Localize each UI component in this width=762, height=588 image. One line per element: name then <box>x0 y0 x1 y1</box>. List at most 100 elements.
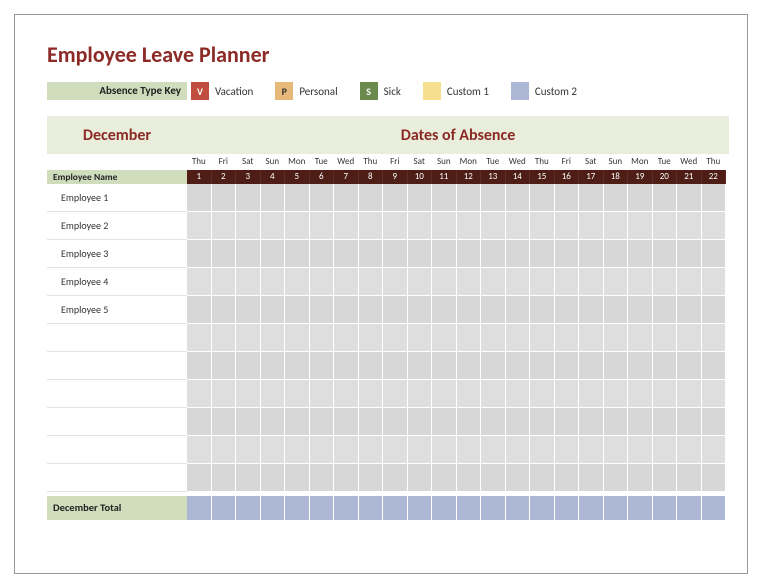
leave-cell[interactable] <box>261 464 286 492</box>
leave-cell[interactable] <box>702 352 727 380</box>
leave-cell[interactable] <box>334 324 359 352</box>
leave-cell[interactable] <box>457 324 482 352</box>
leave-cell[interactable] <box>653 352 678 380</box>
leave-cell[interactable] <box>212 352 237 380</box>
employee-name-cell[interactable] <box>47 436 187 464</box>
leave-cell[interactable] <box>187 268 212 296</box>
leave-cell[interactable] <box>212 408 237 436</box>
employee-name-cell[interactable]: Employee 2 <box>47 212 187 240</box>
leave-cell[interactable] <box>530 296 555 324</box>
leave-cell[interactable] <box>432 240 457 268</box>
leave-cell[interactable] <box>408 380 433 408</box>
leave-cell[interactable] <box>334 240 359 268</box>
leave-cell[interactable] <box>285 408 310 436</box>
leave-cell[interactable] <box>677 240 702 268</box>
leave-cell[interactable] <box>481 408 506 436</box>
leave-cell[interactable] <box>579 436 604 464</box>
leave-cell[interactable] <box>677 296 702 324</box>
employee-name-cell[interactable]: Employee 5 <box>47 296 187 324</box>
leave-cell[interactable] <box>310 212 335 240</box>
leave-cell[interactable] <box>457 296 482 324</box>
leave-cell[interactable] <box>408 296 433 324</box>
leave-cell[interactable] <box>359 324 384 352</box>
leave-cell[interactable] <box>653 436 678 464</box>
leave-cell[interactable] <box>481 324 506 352</box>
leave-cell[interactable] <box>261 268 286 296</box>
leave-cell[interactable] <box>408 268 433 296</box>
leave-cell[interactable] <box>628 380 653 408</box>
leave-cell[interactable] <box>530 324 555 352</box>
leave-cell[interactable] <box>457 436 482 464</box>
leave-cell[interactable] <box>236 436 261 464</box>
leave-cell[interactable] <box>555 268 580 296</box>
leave-cell[interactable] <box>506 408 531 436</box>
leave-cell[interactable] <box>212 212 237 240</box>
leave-cell[interactable] <box>261 408 286 436</box>
leave-cell[interactable] <box>383 240 408 268</box>
leave-cell[interactable] <box>236 240 261 268</box>
leave-cell[interactable] <box>628 296 653 324</box>
leave-cell[interactable] <box>628 352 653 380</box>
leave-cell[interactable] <box>653 464 678 492</box>
leave-cell[interactable] <box>432 464 457 492</box>
leave-cell[interactable] <box>457 184 482 212</box>
leave-cell[interactable] <box>481 436 506 464</box>
leave-cell[interactable] <box>285 296 310 324</box>
leave-cell[interactable] <box>677 436 702 464</box>
leave-cell[interactable] <box>702 380 727 408</box>
leave-cell[interactable] <box>702 324 727 352</box>
leave-cell[interactable] <box>359 408 384 436</box>
leave-cell[interactable] <box>261 352 286 380</box>
leave-cell[interactable] <box>653 296 678 324</box>
leave-cell[interactable] <box>187 212 212 240</box>
leave-cell[interactable] <box>579 408 604 436</box>
leave-cell[interactable] <box>555 212 580 240</box>
employee-name-cell[interactable] <box>47 464 187 492</box>
leave-cell[interactable] <box>677 212 702 240</box>
leave-cell[interactable] <box>334 380 359 408</box>
leave-cell[interactable] <box>604 380 629 408</box>
leave-cell[interactable] <box>187 380 212 408</box>
leave-cell[interactable] <box>628 436 653 464</box>
leave-cell[interactable] <box>604 352 629 380</box>
employee-name-cell[interactable] <box>47 324 187 352</box>
leave-cell[interactable] <box>212 268 237 296</box>
leave-cell[interactable] <box>187 296 212 324</box>
leave-cell[interactable] <box>702 436 727 464</box>
leave-cell[interactable] <box>187 324 212 352</box>
leave-cell[interactable] <box>236 408 261 436</box>
leave-cell[interactable] <box>579 184 604 212</box>
leave-cell[interactable] <box>604 268 629 296</box>
leave-cell[interactable] <box>187 436 212 464</box>
leave-cell[interactable] <box>432 268 457 296</box>
leave-cell[interactable] <box>236 380 261 408</box>
leave-cell[interactable] <box>653 380 678 408</box>
leave-cell[interactable] <box>555 352 580 380</box>
leave-cell[interactable] <box>677 408 702 436</box>
leave-cell[interactable] <box>628 408 653 436</box>
leave-cell[interactable] <box>653 324 678 352</box>
leave-cell[interactable] <box>457 464 482 492</box>
leave-cell[interactable] <box>334 436 359 464</box>
leave-cell[interactable] <box>579 464 604 492</box>
leave-cell[interactable] <box>555 184 580 212</box>
leave-cell[interactable] <box>481 184 506 212</box>
leave-cell[interactable] <box>187 408 212 436</box>
leave-cell[interactable] <box>530 464 555 492</box>
leave-cell[interactable] <box>530 380 555 408</box>
leave-cell[interactable] <box>702 268 727 296</box>
leave-cell[interactable] <box>506 436 531 464</box>
leave-cell[interactable] <box>359 352 384 380</box>
leave-cell[interactable] <box>236 296 261 324</box>
leave-cell[interactable] <box>408 184 433 212</box>
leave-cell[interactable] <box>579 296 604 324</box>
leave-cell[interactable] <box>481 268 506 296</box>
leave-cell[interactable] <box>677 464 702 492</box>
leave-cell[interactable] <box>359 212 384 240</box>
leave-cell[interactable] <box>579 352 604 380</box>
leave-cell[interactable] <box>383 408 408 436</box>
leave-cell[interactable] <box>457 240 482 268</box>
leave-cell[interactable] <box>653 212 678 240</box>
leave-cell[interactable] <box>579 212 604 240</box>
leave-cell[interactable] <box>261 240 286 268</box>
